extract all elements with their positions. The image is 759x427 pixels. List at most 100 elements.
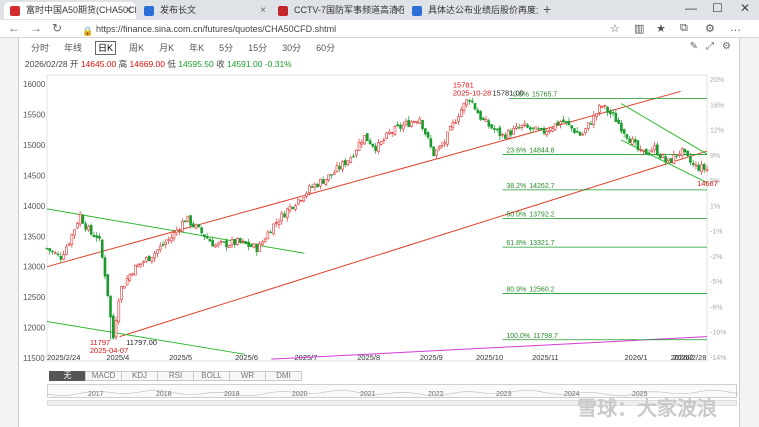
candle-body: [352, 155, 355, 158]
tab-close-icon[interactable]: ×: [528, 2, 534, 19]
candle-body: [343, 160, 347, 166]
candle-body: [636, 140, 640, 150]
period-tab[interactable]: 15分: [246, 41, 269, 55]
collections-icon[interactable]: ⧉: [680, 22, 688, 35]
back-icon[interactable]: ←: [8, 21, 20, 35]
candle-body: [181, 220, 184, 232]
candle-body: [418, 118, 422, 124]
candle-body: [153, 252, 156, 259]
pen-icon[interactable]: ✎: [690, 41, 698, 52]
tab-close-icon[interactable]: ×: [260, 2, 266, 19]
fib-level-percent: 50.0%: [506, 211, 526, 218]
pct-tick-label: -6%: [710, 304, 722, 311]
candle-body: [661, 154, 665, 159]
quote-date: 2026/02/28: [25, 59, 68, 69]
candle-body: [650, 150, 654, 153]
maximize-button[interactable]: ☐: [712, 1, 723, 15]
candle-body: [313, 183, 317, 188]
candle-body: [366, 133, 369, 142]
y-tick-label: 12000: [23, 324, 46, 333]
annotation-low-date: 2025-04-07: [90, 346, 128, 355]
browser-tab[interactable]: 发布长文 ×: [138, 2, 270, 19]
url-field[interactable]: 🔒 https://finance.sina.com.cn/futures/qu…: [78, 22, 598, 36]
period-tab[interactable]: 日K: [95, 41, 117, 55]
candle-body: [335, 165, 339, 173]
candle-body: [490, 124, 493, 129]
candle-body: [374, 145, 377, 152]
candle-body: [269, 231, 272, 234]
candle-body: [465, 99, 469, 106]
browser-tab[interactable]: 具体达公布业绩后股价再度大跌×: [406, 2, 538, 19]
candle-body: [114, 320, 118, 338]
candle-body: [62, 254, 65, 260]
extensions-icon[interactable]: ⚙: [705, 22, 715, 35]
period-tab[interactable]: 周K: [127, 41, 146, 55]
candle-body: [48, 248, 52, 252]
browser-tab[interactable]: 富时中国A50期货(CHA50CFD)×: [4, 2, 136, 19]
pct-tick-label: -14%: [710, 355, 726, 362]
candle-body: [446, 131, 449, 145]
candle-body: [277, 221, 281, 225]
indicator-tab[interactable]: WR: [229, 371, 266, 381]
candle-body: [139, 263, 143, 266]
plot-area: [46, 74, 708, 362]
candle-body: [426, 132, 430, 138]
candle-body: [680, 148, 684, 156]
indicator-tab[interactable]: BOLL: [193, 371, 230, 381]
period-tab[interactable]: 30分: [280, 41, 303, 55]
tab-close-icon[interactable]: ×: [126, 2, 132, 19]
candlestick-chart[interactable]: 16000 15500 15000 14500 14000 13500 13000 12500…: [19, 71, 741, 367]
indicator-tab[interactable]: 无: [49, 371, 86, 381]
candle-body: [462, 102, 466, 111]
period-tab[interactable]: 年K: [187, 41, 206, 55]
period-tab[interactable]: 分时: [29, 41, 51, 55]
candle-body: [87, 226, 90, 231]
fib-level-label: 23.6% 14844.8: [506, 147, 554, 154]
indicator-tab[interactable]: KDJ: [121, 371, 158, 381]
candle-body: [647, 152, 651, 154]
candle-body: [136, 264, 140, 268]
period-tab[interactable]: 月K: [157, 41, 176, 55]
close-window-button[interactable]: ✕: [740, 1, 750, 15]
period-tab[interactable]: 60分: [314, 41, 337, 55]
candle-body: [98, 235, 101, 239]
candle-body: [131, 273, 134, 276]
candle-body: [255, 244, 259, 253]
new-tab-button[interactable]: +: [543, 1, 551, 17]
period-tab[interactable]: 年线: [62, 41, 84, 55]
more-menu-icon[interactable]: …: [730, 22, 741, 34]
indicator-tab[interactable]: DMI: [265, 371, 302, 381]
period-tab[interactable]: 5分: [217, 41, 235, 55]
refresh-icon[interactable]: ↻: [52, 21, 62, 35]
browser-tab[interactable]: CCTV-7国防军事频道高清在线直播×: [272, 2, 404, 19]
candle-body: [611, 112, 615, 114]
split-view-icon[interactable]: ▥: [634, 22, 644, 35]
minimize-button[interactable]: —: [685, 1, 697, 15]
candle-body: [581, 134, 585, 136]
indicator-tab[interactable]: RSI: [157, 371, 194, 381]
fib-level-value: 12560.2: [529, 286, 554, 293]
settings-icon[interactable]: ⚙: [722, 41, 731, 52]
fib-level-percent: 23.6%: [506, 147, 526, 154]
tab-close-icon[interactable]: ×: [394, 2, 400, 19]
fib-level-percent: 61.8%: [506, 240, 526, 247]
candle-body: [534, 126, 538, 130]
candle-body: [705, 169, 709, 172]
y-tick-label: 12500: [23, 293, 46, 302]
candle-body: [667, 158, 670, 162]
tab-title: 富时中国A50期货(CHA50CFD): [26, 5, 136, 15]
candle-body: [305, 192, 308, 197]
forward-icon[interactable]: →: [30, 21, 42, 35]
candle-body: [316, 183, 319, 188]
annotation-low-value: 11797.00: [126, 338, 157, 347]
bookmark-star-icon[interactable]: ☆: [610, 22, 620, 35]
expand-icon[interactable]: ⤢: [706, 41, 714, 52]
candle-body: [473, 103, 477, 110]
indicator-tab[interactable]: MACD: [85, 371, 122, 381]
candle-body: [266, 231, 270, 240]
candle-body: [261, 241, 264, 245]
candle-body: [244, 241, 248, 244]
favorites-icon[interactable]: ★: [656, 22, 666, 35]
period-tabs: 分时 年线 日K 周K 月K 年K 5分 15分 30分 60分: [29, 41, 348, 55]
candle-body: [73, 229, 76, 236]
